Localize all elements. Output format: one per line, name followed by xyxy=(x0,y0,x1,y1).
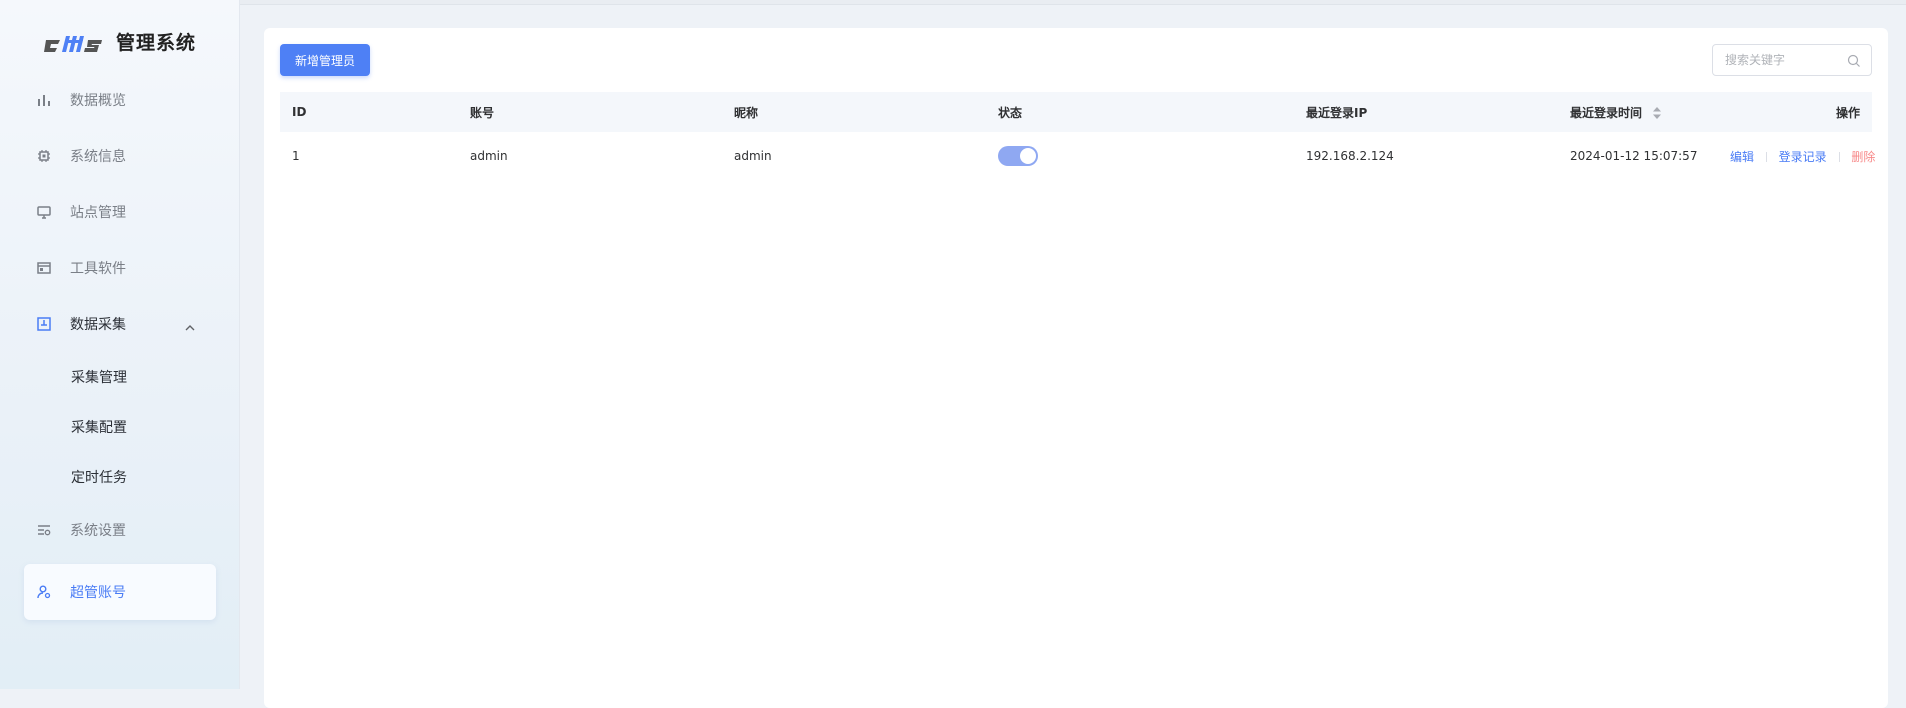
action-divider xyxy=(1765,152,1767,162)
col-header-nickname: 昵称 xyxy=(734,105,759,120)
user-gear-icon xyxy=(36,584,52,600)
save-icon xyxy=(36,316,52,332)
cell-last-ip: 192.168.2.124 xyxy=(1306,149,1394,163)
admin-table: ID 账号 昵称 状态 最近登录IP 最近登录时间 操作 1 admin adm… xyxy=(280,92,1875,180)
chevron-up-icon xyxy=(184,320,196,331)
sidebar-item-label: 系统设置 xyxy=(70,523,126,539)
col-header-actions: 操作 xyxy=(1835,105,1860,120)
sidebar-item-system-info[interactable]: 系统信息 xyxy=(24,134,216,178)
sidebar-subitem-label: 定时任务 xyxy=(71,470,127,486)
table-row: 1 admin admin 192.168.2.124 2024-01-12 1… xyxy=(280,132,1875,180)
main-panel: 新增管理员 ID 账号 昵称 状态 最近登录IP 最近登录时间 xyxy=(264,28,1888,708)
settings-list-icon xyxy=(36,522,52,538)
cell-status xyxy=(986,132,1294,180)
col-header-last-ip: 最近登录IP xyxy=(1306,105,1368,120)
sidebar-item-label: 工具软件 xyxy=(70,261,126,277)
sidebar-item-overview[interactable]: 数据概览 xyxy=(24,78,216,122)
status-toggle[interactable] xyxy=(998,146,1038,166)
status-toggle-knob xyxy=(1020,148,1036,164)
brand-title: 管理系统 xyxy=(116,31,197,54)
cell-last-login-time: 2024-01-12 15:07:57 xyxy=(1570,149,1698,163)
edit-link[interactable]: 编辑 xyxy=(1730,150,1754,164)
sidebar-item-sites[interactable]: 站点管理 xyxy=(24,190,216,234)
sidebar-item-label: 系统信息 xyxy=(70,149,126,165)
cms-logo xyxy=(44,26,104,56)
sort-caret-icon[interactable] xyxy=(1652,106,1662,120)
col-header-last-login-time[interactable]: 最近登录时间 xyxy=(1558,92,1718,132)
search-box xyxy=(1712,44,1872,76)
col-header-label: 最近登录时间 xyxy=(1570,105,1643,120)
top-border xyxy=(240,0,1906,5)
bar-chart-icon xyxy=(36,92,52,108)
col-header-id: ID xyxy=(292,105,307,119)
sidebar-subitem-label: 采集配置 xyxy=(71,420,127,436)
monitor-icon xyxy=(36,204,52,220)
sidebar-subitem-label: 采集管理 xyxy=(71,370,127,386)
sidebar-item-label: 数据概览 xyxy=(70,93,126,109)
delete-link[interactable]: 删除 xyxy=(1851,150,1875,164)
search-input[interactable] xyxy=(1723,52,1847,68)
sidebar: 管理系统 数据概览 系统信息 站点管理 工具软件 数据采集 采集管理 采集配置 … xyxy=(0,0,240,689)
sidebar-subitem-scheduled-tasks[interactable]: 定时任务 xyxy=(24,458,216,496)
window-icon xyxy=(36,260,52,276)
sidebar-item-label: 数据采集 xyxy=(70,317,126,333)
cell-account: admin xyxy=(470,149,508,163)
sidebar-item-tools[interactable]: 工具软件 xyxy=(24,246,216,290)
sidebar-item-label: 超管账号 xyxy=(70,585,126,601)
cell-actions: 编辑 登录记录 删除 xyxy=(1718,132,1875,180)
col-header-status: 状态 xyxy=(998,105,1023,120)
cell-nickname: admin xyxy=(734,149,772,163)
search-icon[interactable] xyxy=(1847,53,1861,67)
sidebar-item-data-collection[interactable]: 数据采集 xyxy=(24,302,216,346)
add-admin-button[interactable]: 新增管理员 xyxy=(280,44,370,76)
sidebar-item-system-settings[interactable]: 系统设置 xyxy=(24,508,216,552)
brand: 管理系统 xyxy=(44,24,196,58)
sidebar-subitem-collection-manage[interactable]: 采集管理 xyxy=(24,358,216,396)
table-header-row: ID 账号 昵称 状态 最近登录IP 最近登录时间 操作 xyxy=(280,92,1872,132)
sidebar-subitem-collection-config[interactable]: 采集配置 xyxy=(24,408,216,446)
chip-icon xyxy=(36,148,52,164)
cell-id: 1 xyxy=(292,149,300,163)
sidebar-item-label: 站点管理 xyxy=(70,205,126,221)
sidebar-item-super-admin[interactable]: 超管账号 xyxy=(24,564,216,620)
col-header-account: 账号 xyxy=(470,105,495,120)
login-records-link[interactable]: 登录记录 xyxy=(1779,150,1827,164)
action-divider xyxy=(1838,152,1840,162)
sidebar-nav: 数据概览 系统信息 站点管理 工具软件 数据采集 采集管理 采集配置 定时任务 … xyxy=(24,78,216,632)
